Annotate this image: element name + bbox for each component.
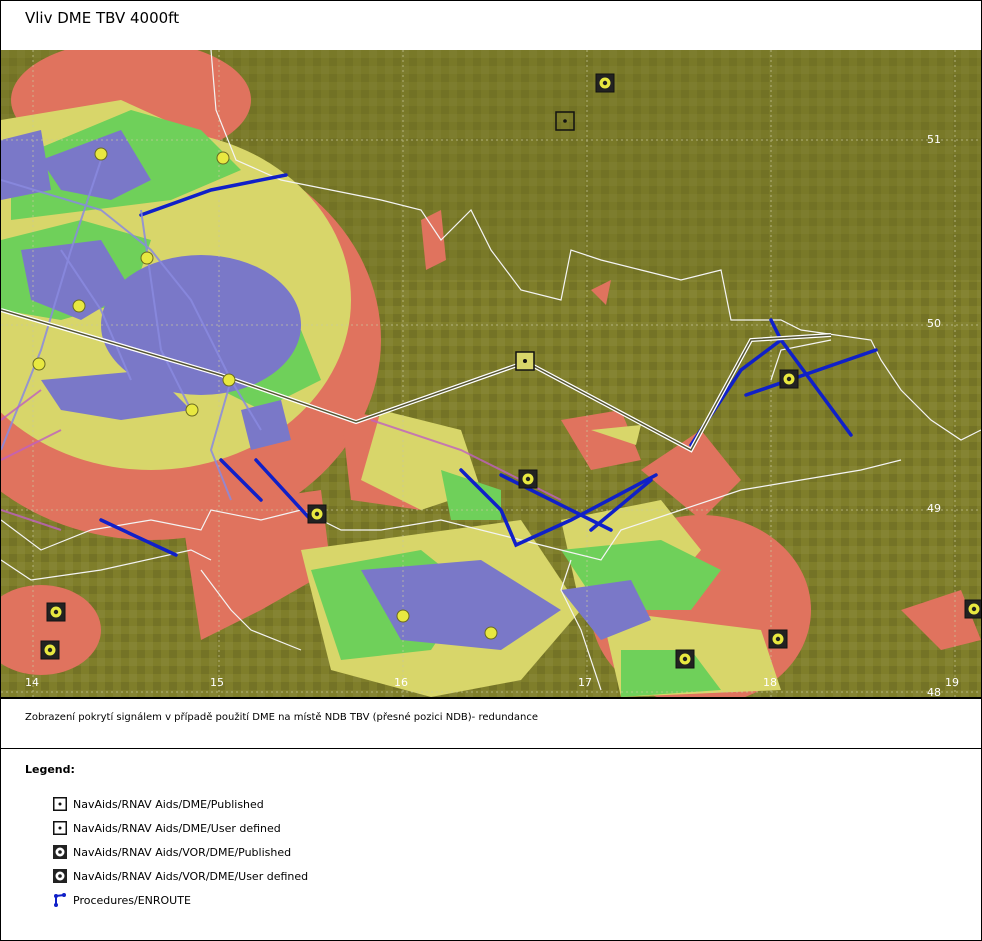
legend-item: NavAids/RNAV Aids/DME/User defined bbox=[53, 820, 281, 836]
vor-dme-icon bbox=[768, 629, 788, 649]
lon-label: 15 bbox=[210, 676, 224, 689]
legend-label: NavAids/RNAV Aids/VOR/DME/User defined bbox=[73, 869, 309, 883]
legend-item: Procedures/ENROUTE bbox=[53, 892, 191, 908]
map-title: Vliv DME TBV 4000ft bbox=[25, 9, 180, 27]
lon-label: 16 bbox=[394, 676, 408, 689]
legend-item: NavAids/RNAV Aids/DME/Published bbox=[53, 796, 264, 812]
vor-dme-published-icon bbox=[53, 845, 67, 859]
map-panel[interactable]: 14 15 16 17 18 19 51 50 49 48 bbox=[0, 50, 982, 698]
lat-label: 48 bbox=[927, 686, 941, 698]
map-caption: Zobrazení pokrytí signálem v případě pou… bbox=[25, 712, 538, 723]
legend-label: NavAids/RNAV Aids/DME/User defined bbox=[73, 821, 281, 835]
vor-dme-icon bbox=[40, 640, 60, 660]
dme-user-defined-icon bbox=[53, 821, 67, 835]
dme-icon bbox=[515, 351, 535, 371]
legend-item: NavAids/RNAV Aids/VOR/DME/Published bbox=[53, 844, 291, 860]
vor-dme-icon bbox=[518, 469, 538, 489]
lon-label: 14 bbox=[25, 676, 39, 689]
vor-dme-icon bbox=[595, 73, 615, 93]
lon-label: 17 bbox=[578, 676, 592, 689]
legend-label: NavAids/RNAV Aids/VOR/DME/Published bbox=[73, 845, 292, 859]
vor-dme-icon bbox=[46, 602, 66, 622]
legend-label: NavAids/RNAV Aids/DME/Published bbox=[73, 797, 264, 811]
lon-label: 18 bbox=[763, 676, 777, 689]
title-panel: Vliv DME TBV 4000ft bbox=[0, 0, 982, 51]
legend-item: NavAids/RNAV Aids/VOR/DME/User defined bbox=[53, 868, 308, 884]
lat-label: 49 bbox=[927, 502, 941, 515]
legend-panel: Legend: NavAids/RNAV Aids/DME/Published … bbox=[0, 748, 982, 941]
vor-dme-icon bbox=[675, 649, 695, 669]
vor-dme-icon bbox=[964, 599, 981, 619]
lat-label: 51 bbox=[927, 133, 941, 146]
caption-panel: Zobrazení pokrytí signálem v případě pou… bbox=[0, 698, 982, 749]
lat-label: 50 bbox=[927, 317, 941, 330]
legend-title: Legend: bbox=[25, 763, 75, 776]
vor-dme-icon bbox=[779, 369, 799, 389]
lon-label: 19 bbox=[945, 676, 959, 689]
legend-label: Procedures/ENROUTE bbox=[73, 893, 191, 907]
vor-dme-user-defined-icon bbox=[53, 869, 67, 883]
coverage-map[interactable] bbox=[1, 50, 981, 697]
dme-published-icon bbox=[53, 797, 67, 811]
enroute-procedure-icon bbox=[54, 893, 66, 907]
vor-dme-icon bbox=[307, 504, 327, 524]
